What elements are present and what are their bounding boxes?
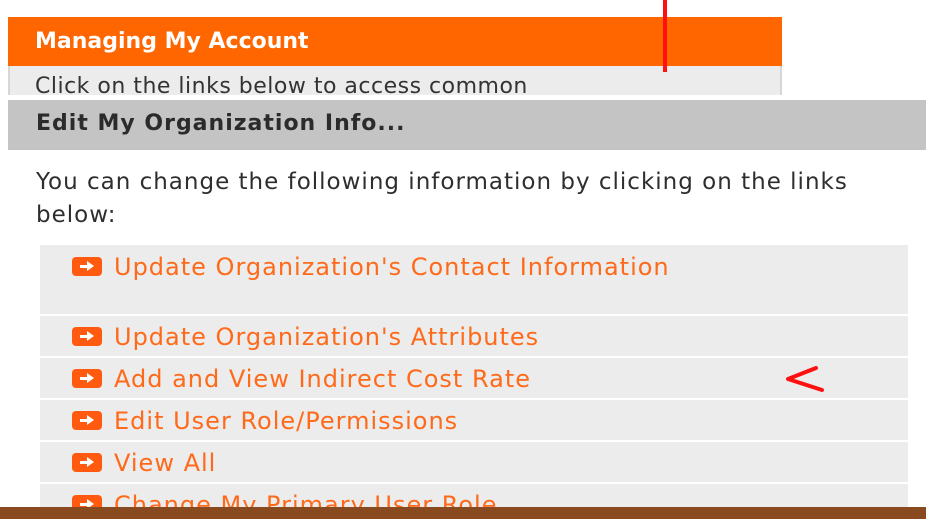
- page: Managing My Account Click on the links b…: [0, 0, 926, 519]
- link-update-contact-information[interactable]: Update Organization's Contact Informatio…: [40, 245, 908, 316]
- annotation-caret-icon: [786, 366, 824, 392]
- link-label: Edit User Role/Permissions: [114, 407, 459, 435]
- link-label: View All: [114, 449, 217, 477]
- popup-description: You can change the following information…: [36, 169, 848, 228]
- bottom-bar: [0, 507, 926, 519]
- arrow-right-icon: [72, 453, 102, 472]
- link-label: Add and View Indirect Cost Rate: [114, 365, 532, 393]
- link-indirect-cost-rate[interactable]: Add and View Indirect Cost Rate: [40, 358, 908, 400]
- link-update-attributes[interactable]: Update Organization's Attributes: [40, 316, 908, 358]
- arrow-right-icon: [72, 411, 102, 430]
- link-label: Update Organization's Attributes: [114, 323, 540, 351]
- organization-link-list: Update Organization's Contact Informatio…: [40, 245, 908, 519]
- arrow-right-icon: [72, 369, 102, 388]
- link-edit-user-role[interactable]: Edit User Role/Permissions: [40, 400, 908, 442]
- link-view-all[interactable]: View All: [40, 442, 908, 484]
- arrow-right-icon: [72, 327, 102, 346]
- annotation-line: [663, 0, 667, 72]
- link-label: Update Organization's Contact Informatio…: [114, 253, 670, 281]
- managing-account-title: Managing My Account: [35, 29, 309, 54]
- arrow-right-icon: [72, 257, 102, 276]
- popup-title: Edit My Organization Info...: [36, 111, 406, 136]
